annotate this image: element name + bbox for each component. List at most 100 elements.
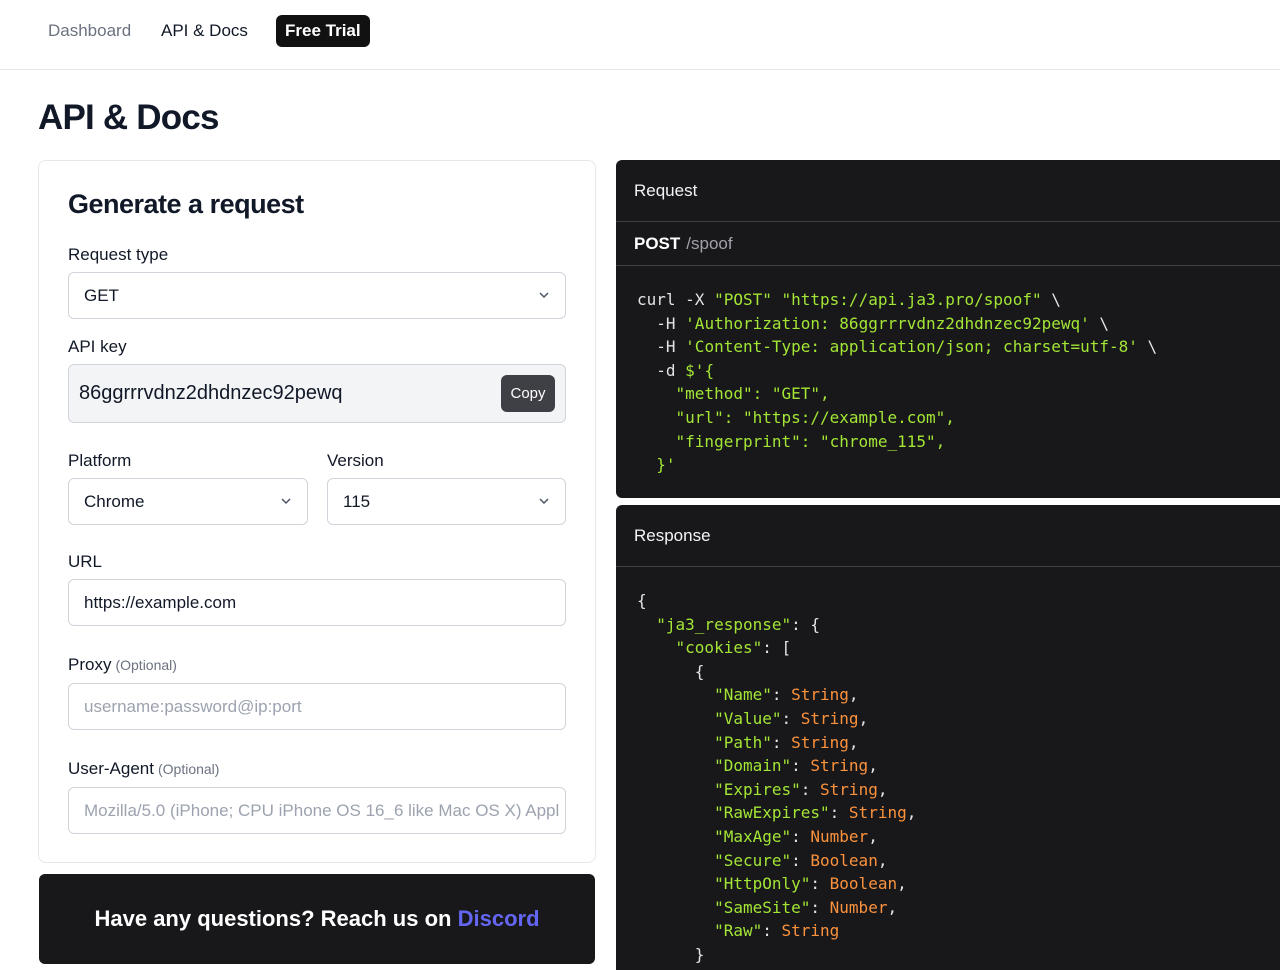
response-code-line: "Expires": String, <box>637 778 916 802</box>
chevron-down-icon <box>281 498 291 505</box>
response-code-token: String <box>791 685 849 705</box>
response-code-token: "cookies" <box>675 638 763 658</box>
request-method: POST <box>634 234 681 253</box>
response-code-token: : { <box>791 614 821 634</box>
response-code-token: , <box>877 850 888 870</box>
platform-select[interactable]: Chrome <box>68 478 308 525</box>
url-input[interactable]: https://example.com <box>68 579 566 626</box>
api-key-field[interactable]: 86ggrrrvdnz2dhdnzec92pewq Copy <box>68 364 566 423</box>
chevron-down-icon <box>539 498 549 505</box>
response-code-token: , <box>868 826 878 846</box>
response-code-token: "Raw" <box>714 921 763 941</box>
proxy-placeholder: username:password@ip:port <box>84 697 302 716</box>
request-code-token: -d <box>637 360 686 380</box>
request-code-token <box>772 290 782 309</box>
request-code-token: "https://api.ja3.pro/spoof" <box>781 290 1042 309</box>
request-path: /spoof <box>686 234 733 253</box>
response-code-line: "Raw": String <box>637 919 916 943</box>
contact-banner: Have any questions? Reach us on Discord <box>39 874 595 964</box>
request-endpoint: POST/spoof <box>616 222 1280 266</box>
version-value: 115 <box>343 492 371 511</box>
url-label: URL <box>68 552 103 571</box>
response-code-token: String <box>848 803 907 823</box>
response-code-token <box>637 780 714 799</box>
response-code-token: : [ <box>762 638 792 658</box>
response-code-token: { <box>637 661 705 681</box>
response-code-token: String <box>800 708 859 728</box>
request-code-token: -H <box>637 337 686 357</box>
request-code-line: "url": "https://example.com", <box>637 406 1157 430</box>
user-agent-input[interactable]: Mozilla/5.0 (iPhone; CPU iPhone OS 16_6 … <box>68 787 566 834</box>
response-code-token <box>637 851 714 870</box>
api-key-label: API key <box>68 337 127 356</box>
response-code-token: , <box>848 685 859 705</box>
request-code-block: curl -X "POST" "https://api.ja3.pro/spoo… <box>637 288 1157 477</box>
response-code-token: : <box>781 708 801 728</box>
request-type-value: GET <box>84 286 119 305</box>
response-code-token: , <box>858 708 869 728</box>
discord-link[interactable]: Discord <box>458 906 540 931</box>
request-code-token: curl -X <box>637 290 715 309</box>
user-agent-optional-hint: (Optional) <box>157 761 220 777</box>
user-agent-label-text: User-Agent <box>68 759 154 778</box>
response-code-token: } <box>637 944 705 964</box>
response-code-token: String <box>820 779 878 799</box>
response-code-token <box>637 827 714 846</box>
response-code-token: String <box>781 921 840 941</box>
response-code-token: : <box>800 779 821 799</box>
response-code-token: String <box>810 756 869 776</box>
response-code-token: , <box>868 756 878 776</box>
response-code-token <box>637 709 714 728</box>
response-code-token: , <box>906 803 917 823</box>
response-code-line: "Domain": String, <box>637 754 916 778</box>
user-agent-placeholder: Mozilla/5.0 (iPhone; CPU iPhone OS 16_6 … <box>84 801 560 820</box>
response-code-token: "Secure" <box>714 850 792 870</box>
response-code-line: "Secure": Boolean, <box>637 849 916 873</box>
response-code-token: : <box>771 685 792 705</box>
top-nav: Dashboard API & Docs Free Trial <box>0 0 1280 70</box>
proxy-input[interactable]: username:password@ip:port <box>68 683 566 730</box>
response-code-token <box>637 733 714 752</box>
response-code-token: : <box>771 732 792 752</box>
request-code-line: }' <box>637 453 1157 477</box>
request-code-token: \ <box>1089 313 1110 333</box>
request-type-select[interactable]: GET <box>68 272 566 319</box>
request-code-token: 'Content-Type: application/json; charset… <box>685 337 1138 357</box>
request-code-token: "fingerprint": "chrome_115", <box>637 431 946 451</box>
response-code-token <box>637 898 714 917</box>
response-code-line: "HttpOnly": Boolean, <box>637 872 916 896</box>
response-code-token <box>637 756 714 775</box>
request-code-token: -H <box>637 313 686 333</box>
response-code-token: : <box>791 826 811 846</box>
response-code-line: "RawExpires": String, <box>637 801 916 825</box>
response-code-token: "RawExpires" <box>714 803 830 823</box>
response-code-token: String <box>791 732 849 752</box>
response-panel: Response { "ja3_response": { "cookies": … <box>616 505 1280 970</box>
response-code-token: "MaxAge" <box>714 826 792 846</box>
proxy-label-text: Proxy <box>68 655 112 674</box>
nav-api-docs-link[interactable]: API & Docs <box>161 20 248 42</box>
request-code-token: "url": "https://example.com", <box>637 407 955 427</box>
free-trial-button[interactable]: Free Trial <box>276 15 370 47</box>
request-code-token: "POST" <box>714 290 772 309</box>
response-code-token <box>637 921 714 940</box>
response-code-line: } <box>637 943 916 967</box>
response-code-line: "Name": String, <box>637 683 916 707</box>
response-code-token: , <box>848 732 859 752</box>
response-code-token: "ja3_response" <box>656 614 792 634</box>
response-code-token: "Domain" <box>714 756 792 776</box>
response-code-token: "Value" <box>714 708 782 728</box>
response-code-line: "Path": String, <box>637 731 916 755</box>
form-title: Generate a request <box>68 189 304 219</box>
copy-api-key-button[interactable]: Copy <box>501 375 555 412</box>
response-code-token: { <box>637 591 647 610</box>
api-key-value: 86ggrrrvdnz2dhdnzec92pewq <box>79 382 343 404</box>
nav-dashboard-link[interactable]: Dashboard <box>48 20 131 42</box>
request-panel: Request POST/spoof curl -X "POST" "https… <box>616 160 1280 498</box>
version-select[interactable]: 115 <box>327 478 566 525</box>
request-type-label: Request type <box>68 245 169 264</box>
request-code-line: "method": "GET", <box>637 382 1157 406</box>
response-code-line: "Value": String, <box>637 707 916 731</box>
response-code-token: : <box>829 803 849 823</box>
response-code-token: "Expires" <box>714 779 801 799</box>
